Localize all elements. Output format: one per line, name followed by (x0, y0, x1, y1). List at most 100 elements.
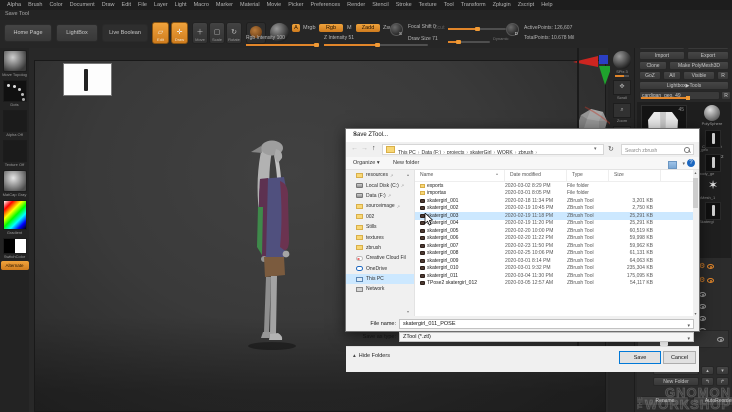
subtool-row[interactable]: ⚙ (699, 258, 731, 270)
rgb-intensity-slider-label[interactable]: Rgb Intensity 100 (246, 35, 285, 41)
switch-color-button[interactable]: SwitchColor (0, 238, 29, 260)
menu-item[interactable]: Draw (99, 2, 118, 8)
tool-strip-thumb-geo[interactable] (705, 130, 721, 148)
clone-button[interactable]: Clone (639, 61, 667, 70)
move-button[interactable]: ＋ Move (192, 22, 208, 44)
goz-visible-button[interactable]: Visible (683, 71, 715, 80)
nav-item[interactable]: textures (346, 232, 414, 242)
menu-item[interactable]: Alpha (4, 2, 24, 8)
rgb-intensity-slider[interactable] (246, 43, 319, 47)
nav-item[interactable]: Network (346, 284, 414, 294)
breadcrumb-item[interactable]: Data (F:) (421, 150, 446, 155)
nav-item[interactable]: OneDrive (346, 264, 414, 274)
draw-size-label[interactable]: Draw Size 71 (408, 36, 438, 42)
cancel-button[interactable]: Cancel (663, 351, 696, 364)
nav-scroll-up-icon[interactable]: ▴ (407, 172, 409, 177)
make-polymesh3d-button[interactable]: Make PolyMesh3D (669, 61, 729, 70)
nav-item[interactable]: This PC (346, 273, 414, 285)
search-input[interactable]: Search zbrush (621, 144, 694, 155)
goz-button[interactable]: GoZ (639, 71, 661, 80)
material-selector[interactable]: MatCap Gray (0, 170, 29, 198)
menu-item[interactable]: Stencil (369, 2, 392, 8)
file-row[interactable]: importas 2020-03-01 8:05 PM File folder (415, 190, 695, 198)
nav-item[interactable]: sourceimage (346, 201, 414, 211)
close-icon[interactable]: × (353, 132, 693, 138)
new-folder-button[interactable]: New folder (393, 160, 419, 166)
subtool-row[interactable]: ⚙ (699, 272, 731, 284)
menu-item[interactable]: Marker (213, 2, 236, 8)
color-gradient-picker[interactable]: Gradient (0, 200, 29, 236)
file-row[interactable]: TPose2 skatergirl_012 2020-03-05 12:57 A… (415, 280, 695, 285)
tool-strip-thumb-skatergirl[interactable] (705, 202, 721, 220)
a-toggle[interactable]: A (292, 24, 300, 32)
file-row[interactable]: skatergirl_007 2020-02-23 11:50 PM ZBrus… (415, 242, 695, 250)
file-row[interactable]: skatergirl_003 2020-02-19 11:18 PM ZBrus… (415, 212, 695, 220)
breadcrumb-item[interactable]: zbrush (518, 150, 539, 155)
menu-item[interactable]: Zscript (515, 2, 538, 8)
nav-item[interactable]: Data (F:) (346, 191, 414, 201)
file-row[interactable]: exports 2020-03-02 8:29 PM File folder (415, 182, 695, 190)
draw-size-dial[interactable]: D (506, 23, 519, 36)
spix-label[interactable]: SPix 3 (610, 69, 634, 74)
alternate-button[interactable]: Alternate (0, 261, 29, 270)
file-row[interactable]: skatergirl_004 2020-02-19 11:20 PM ZBrus… (415, 220, 695, 228)
column-name[interactable]: Name (415, 170, 505, 181)
zadd-button[interactable]: Zadd (356, 24, 380, 32)
view-mode-icon[interactable] (668, 161, 677, 169)
menu-item[interactable]: Zplugin (490, 2, 514, 8)
polysphere-thumbnail[interactable] (704, 105, 720, 121)
active-tool-slider[interactable]: cardigan_geo. 49 (639, 91, 720, 100)
lightbox-tools-button[interactable]: Lightbox▶Tools (639, 81, 729, 90)
breadcrumb-item[interactable]: This PC (398, 150, 421, 155)
menu-item[interactable]: Material (237, 2, 263, 8)
nav-scroll-down-icon[interactable]: ▾ (407, 309, 409, 314)
m-button[interactable]: M (347, 25, 352, 31)
export-button[interactable]: Export (687, 51, 729, 60)
z-intensity-slider-label[interactable]: Z Intensity 51 (324, 35, 354, 41)
file-list-scrollbar[interactable]: ▴ ▾ (693, 170, 698, 316)
file-row[interactable]: skatergirl_009 2020-03-01 8:14 PM ZBrush… (415, 257, 695, 265)
forward-icon[interactable]: → (361, 145, 368, 152)
focal-shift-slider[interactable] (448, 27, 506, 31)
scroll-tool-icon[interactable]: ✥ (613, 80, 631, 95)
menu-item[interactable]: Render (344, 2, 368, 8)
lightbox-button[interactable]: LightBox (56, 24, 98, 42)
subtool-down-button[interactable]: ▾ (716, 366, 729, 375)
nav-item[interactable]: resources (346, 170, 414, 180)
file-row[interactable]: skatergirl_011 2020-03-04 11:30 PM ZBrus… (415, 272, 695, 280)
menu-item[interactable]: Layer (151, 2, 171, 8)
menu-item[interactable]: Picker (285, 2, 306, 8)
menu-item[interactable]: Help (538, 2, 555, 8)
back-icon[interactable]: ← (351, 145, 358, 152)
edit-button[interactable]: ▱ Edit (152, 22, 169, 44)
subtool-up-button[interactable]: ▴ (701, 366, 714, 375)
mrgb-button[interactable]: Mrgb (303, 25, 316, 31)
menu-item[interactable]: Light (172, 2, 190, 8)
goz-r-button[interactable]: R (717, 71, 729, 80)
focal-shift-dial[interactable]: S (390, 23, 403, 36)
save-button[interactable]: Save (619, 351, 661, 364)
file-row[interactable]: skatergirl_008 2020-02-25 10:06 PM ZBrus… (415, 250, 695, 258)
rgb-button[interactable]: Rgb (319, 24, 343, 32)
help-icon[interactable]: ? (687, 159, 695, 167)
draw-button[interactable]: ✛ Draw (171, 22, 188, 44)
file-row[interactable]: skatergirl_001 2020-02-18 11:34 PM ZBrus… (415, 197, 695, 205)
hide-folders-button[interactable]: Hide Folders (353, 353, 390, 359)
up-icon[interactable]: ↑ (372, 145, 376, 152)
subtool-row[interactable] (699, 298, 731, 310)
menu-item[interactable]: Preferences (308, 2, 344, 8)
column-type[interactable]: Type (567, 170, 609, 181)
menu-item[interactable]: Color (46, 2, 65, 8)
draw-size-slider[interactable] (448, 40, 490, 44)
menu-item[interactable]: Macro (191, 2, 212, 8)
nav-item[interactable]: 002 (346, 212, 414, 222)
chevron-down-icon[interactable]: ▾ (687, 322, 690, 331)
nav-item[interactable]: Creative Cloud Fil (346, 253, 414, 263)
organize-button[interactable]: Organize ▾ (353, 160, 380, 166)
save-type-select[interactable]: ZTool (*.ztl) ▾ (399, 332, 694, 342)
breadcrumb-item[interactable]: projects (447, 150, 470, 155)
file-row[interactable]: skatergirl_005 2020-02-20 10:00 PM ZBrus… (415, 227, 695, 235)
sculpt-character-model[interactable] (244, 137, 300, 353)
menu-item[interactable]: Edit (119, 2, 134, 8)
stroke-selector[interactable]: Dots (0, 80, 29, 108)
